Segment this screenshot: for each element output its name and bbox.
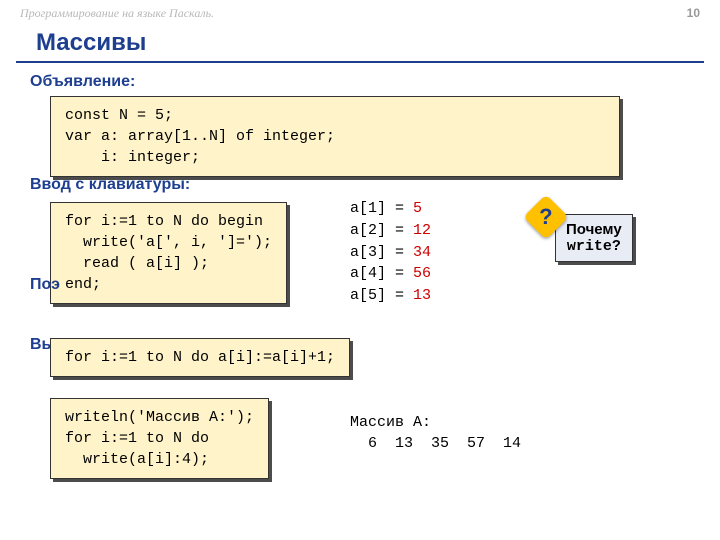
course-title: Программирование на языке Паскаль. <box>20 6 214 21</box>
code-output: writeln('Массив A:'); for i:=1 to N do w… <box>50 398 269 479</box>
array-values: a[1] = 5 a[2] = 12 a[3] = 34 a[4] = 56 a… <box>350 198 431 307</box>
program-output: Массив A: 6 13 35 57 14 <box>350 412 521 454</box>
section-elemwise-partial: Поэ <box>30 276 60 294</box>
section-input: Ввод с клавиатуры: <box>30 176 190 194</box>
code-declare: const N = 5; var a: array[1..N] of integ… <box>50 96 620 177</box>
page-number: 10 <box>687 6 700 21</box>
question-badge-icon: ? <box>523 194 568 239</box>
slide-title: Массивы <box>16 21 704 63</box>
code-elemwise: for i:=1 to N do a[i]:=a[i]+1; <box>50 338 350 377</box>
section-declare: Объявление: <box>0 71 720 93</box>
code-input: for i:=1 to N do begin write('a[', i, ']… <box>50 202 287 304</box>
slide-header: Программирование на языке Паскаль. 10 <box>0 0 720 21</box>
callout-why-write: ? Почему write? <box>555 214 633 262</box>
